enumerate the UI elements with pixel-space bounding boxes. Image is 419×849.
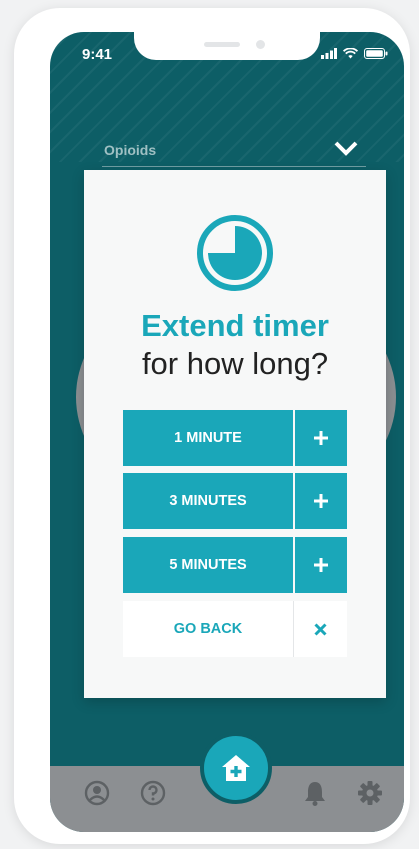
plus-button[interactable] [295, 410, 347, 466]
chevron-down-icon [334, 141, 358, 156]
clock-icon [197, 215, 273, 291]
status-icons [321, 48, 388, 59]
background-field-label: Opioids [104, 142, 157, 158]
home-button[interactable] [200, 732, 272, 804]
plus-icon [314, 494, 328, 508]
notch [134, 32, 320, 60]
gear-icon[interactable] [357, 780, 383, 806]
go-back-row[interactable]: GO BACK [123, 601, 347, 657]
option-label[interactable]: 1 MINUTE [123, 410, 293, 466]
field-underline [102, 166, 366, 167]
modal-subtitle: for how long? [141, 346, 329, 381]
option-label[interactable]: 5 MINUTES [123, 537, 293, 593]
speaker [204, 42, 240, 47]
close-icon [314, 622, 327, 636]
close-button[interactable] [293, 601, 347, 657]
profile-icon[interactable] [84, 780, 110, 806]
extend-timer-modal: Extend timer for how long? 1 MINUTE 3 MI… [84, 170, 386, 698]
plus-icon [314, 431, 328, 445]
modal-title: Extend timer [141, 308, 329, 343]
home-plus-icon [222, 755, 250, 781]
signal-icon [321, 48, 337, 59]
option-5-minutes[interactable]: 5 MINUTES [123, 537, 347, 593]
plus-icon [314, 558, 328, 572]
option-label[interactable]: 3 MINUTES [123, 473, 293, 529]
phone-frame: 9:41 Opioids Extend timer for how long? … [14, 8, 410, 844]
wifi-icon [343, 48, 358, 59]
battery-icon [364, 48, 388, 59]
plus-button[interactable] [295, 537, 347, 593]
option-3-minutes[interactable]: 3 MINUTES [123, 473, 347, 529]
camera [256, 40, 265, 49]
app-screen: 9:41 Opioids Extend timer for how long? … [50, 32, 404, 832]
plus-button[interactable] [295, 473, 347, 529]
status-time: 9:41 [82, 46, 113, 63]
option-1-minute[interactable]: 1 MINUTE [123, 410, 347, 466]
go-back-button[interactable]: GO BACK [123, 601, 293, 657]
help-icon[interactable] [140, 780, 166, 806]
bell-icon[interactable] [303, 780, 327, 806]
